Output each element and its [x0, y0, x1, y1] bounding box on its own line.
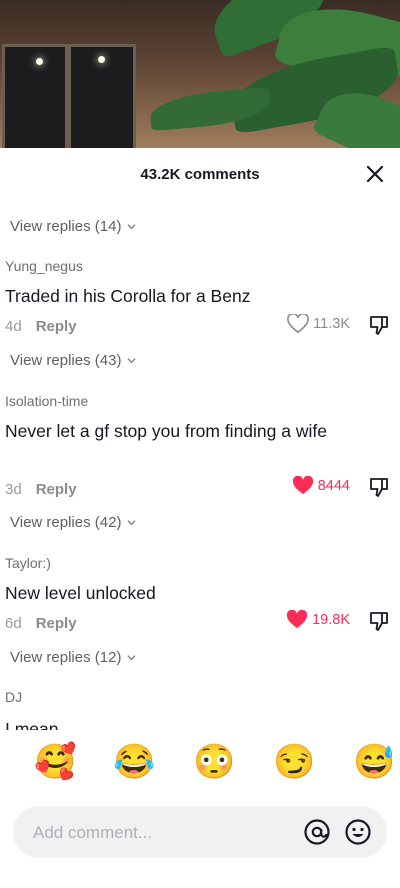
comment-username[interactable]: Isolation-time [5, 393, 88, 409]
like-count: 8444 [317, 478, 350, 494]
reply-button[interactable]: Reply [36, 318, 77, 335]
comment-meta: 6d Reply [5, 615, 77, 632]
comment-text: I mean [5, 719, 59, 730]
ceiling-light [36, 58, 43, 65]
view-replies-label: View replies (12) [10, 649, 122, 666]
comment-input-bar [13, 806, 387, 860]
emoji-flushed[interactable]: 😳 [193, 742, 235, 782]
dislike-icon[interactable] [368, 610, 390, 632]
mention-icon[interactable] [303, 818, 331, 846]
chevron-down-icon [127, 358, 136, 364]
comments-count-title: 43.2K comments [140, 166, 260, 183]
view-replies-link[interactable]: View replies (43) [10, 352, 136, 369]
view-replies-link[interactable]: View replies (12) [10, 649, 136, 666]
heart-filled-icon [292, 476, 313, 495]
close-icon [366, 165, 384, 183]
close-button[interactable] [362, 161, 388, 187]
comment-username[interactable]: Taylor:) [5, 555, 51, 571]
dislike-icon[interactable] [368, 476, 390, 498]
heart-outline-icon [287, 314, 310, 334]
comment-text: Never let a gf stop you from finding a w… [5, 421, 327, 441]
view-replies-label: View replies (14) [10, 218, 122, 235]
comment-text: Traded in his Corolla for a Benz [5, 286, 251, 306]
comment-meta: 4d Reply [5, 318, 77, 335]
comment-clip: I mean [0, 708, 400, 730]
dislike-icon[interactable] [368, 314, 390, 336]
reply-button[interactable]: Reply [36, 615, 77, 632]
comment-input[interactable] [31, 806, 285, 860]
chevron-down-icon [127, 520, 136, 526]
comment-meta: 3d Reply [5, 481, 77, 498]
heart-filled-icon [287, 610, 308, 629]
view-replies-link[interactable]: View replies (14) [10, 218, 136, 235]
view-replies-label: View replies (42) [10, 514, 122, 531]
ceiling-light [98, 56, 105, 63]
chevron-down-icon [127, 224, 136, 230]
comment-age: 3d [5, 481, 22, 498]
emoji-smirk[interactable]: 😏 [273, 742, 315, 782]
comments-sheet: 43.2K comments View replies (14) Yung_ne… [0, 148, 400, 888]
like-count: 11.3K [313, 316, 350, 332]
reply-button[interactable]: Reply [36, 481, 77, 498]
comment-age: 4d [5, 318, 22, 335]
emoji-quick-bar: 🥰 😂 😳 😏 😅 [0, 730, 400, 800]
video-background [0, 0, 400, 148]
emoji-tears-of-joy[interactable]: 😂 [113, 742, 155, 782]
emoji-sweat-smile[interactable]: 😅 [353, 742, 395, 782]
chevron-down-icon [127, 655, 136, 661]
like-button[interactable]: 19.8K [286, 610, 350, 630]
like-button[interactable]: 11.3K [287, 314, 350, 334]
view-replies-link[interactable]: View replies (42) [10, 514, 136, 531]
window-left [2, 44, 68, 148]
comment-username[interactable]: Yung_negus [5, 258, 83, 274]
comment-text: New level unlocked [5, 583, 156, 603]
comment-username[interactable]: DJ [5, 689, 22, 705]
comments-header: 43.2K comments [0, 148, 400, 202]
emoji-picker-icon[interactable] [344, 818, 372, 846]
emoji-smiling-hearts[interactable]: 🥰 [34, 742, 76, 782]
comment-age: 6d [5, 615, 22, 632]
view-replies-label: View replies (43) [10, 352, 122, 369]
like-button[interactable]: 8444 [292, 476, 350, 496]
like-count: 19.8K [312, 612, 350, 628]
